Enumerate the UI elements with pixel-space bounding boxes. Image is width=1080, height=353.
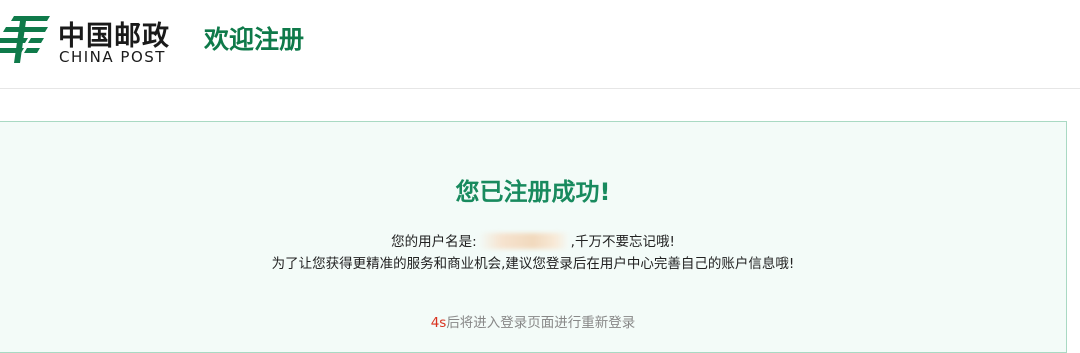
page-title: 欢迎注册 <box>204 25 305 54</box>
china-post-logo-icon <box>0 16 50 63</box>
logo-english-text: CHINA POST <box>59 48 166 66</box>
success-title: 您已注册成功! <box>455 178 611 206</box>
redirect-text: 后将进入登录页面进行重新登录 <box>446 315 636 331</box>
username-value-redacted <box>478 233 569 249</box>
countdown-timer: 4s <box>430 315 447 331</box>
username-prefix: 您的用户名是: <box>391 234 477 250</box>
redirect-notice: 4s后将进入登录页面进行重新登录 <box>0 311 1066 331</box>
header: 中国邮政 CHINA POST 欢迎注册 <box>0 0 1080 89</box>
info-message: 为了让您获得更精准的服务和商业机会,建议您登录后在用户中心完善自己的账户信息哦! <box>271 256 795 272</box>
success-panel: 您已注册成功! 您的用户名是: ,千万不要忘记哦! 为了让您获得更精准的服务和商业… <box>0 121 1067 353</box>
username-suffix: ,千万不要忘记哦! <box>570 234 675 250</box>
username-line: 您的用户名是: ,千万不要忘记哦! <box>0 230 1066 250</box>
